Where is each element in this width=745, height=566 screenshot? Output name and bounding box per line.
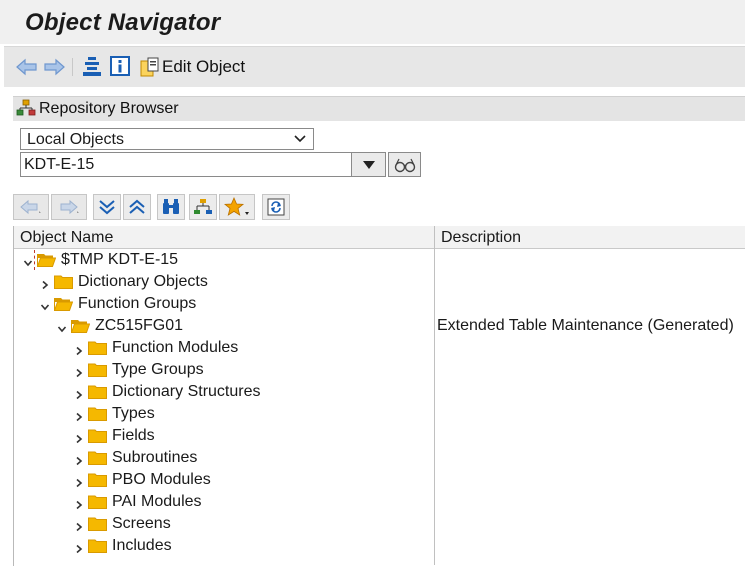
display-glasses-button[interactable]	[388, 152, 421, 177]
column-header-name-label: Object Name	[20, 229, 114, 246]
folder-open-icon	[36, 252, 57, 267]
expand-node-icon[interactable]	[74, 431, 84, 444]
tree-node-description: Extended Table Maintenance (Generated)	[437, 317, 734, 334]
expand-node-icon[interactable]	[74, 497, 84, 510]
folder-icon	[88, 406, 107, 421]
tree-forward-button[interactable]	[51, 194, 87, 220]
tree-node-label[interactable]: PBO Modules	[112, 470, 211, 490]
expand-node-icon[interactable]	[74, 343, 84, 356]
folder-icon	[88, 362, 107, 377]
tree-node-label[interactable]: Includes	[112, 536, 172, 556]
tree-node-label[interactable]: Dictionary Structures	[112, 382, 261, 402]
tree-row[interactable]: Types	[14, 403, 745, 425]
tree-node-label[interactable]: Dictionary Objects	[78, 272, 208, 292]
folder-open-icon	[70, 318, 91, 333]
folder-icon	[88, 472, 107, 487]
refresh-icon	[267, 198, 285, 216]
tree-node-label[interactable]: Screens	[112, 514, 171, 534]
chevron-down-icon[interactable]	[293, 131, 307, 150]
tree-row[interactable]: $TMP KDT-E-15	[14, 249, 745, 271]
repository-tree-icon	[16, 99, 36, 117]
tree-row[interactable]: Dictionary Structures	[14, 381, 745, 403]
triangle-down-icon	[362, 160, 375, 169]
focus-marker	[34, 250, 39, 270]
find-button[interactable]	[157, 194, 185, 220]
tree-row[interactable]: Fields	[14, 425, 745, 447]
binoculars-icon	[163, 199, 179, 214]
refresh-button[interactable]	[262, 194, 290, 220]
folder-icon	[54, 274, 73, 289]
info-icon[interactable]	[109, 55, 131, 77]
tree-row[interactable]: Function Groups	[14, 293, 745, 315]
tree-row[interactable]: PBO Modules	[14, 469, 745, 491]
tree-node-label[interactable]: Function Groups	[78, 294, 196, 314]
tree-node-label[interactable]: Types	[112, 404, 155, 424]
tree-row[interactable]: Type Groups	[14, 359, 745, 381]
expand-node-icon[interactable]	[74, 519, 84, 532]
collapse-node-icon[interactable]	[57, 321, 67, 333]
tree-node-label[interactable]: PAI Modules	[112, 492, 202, 512]
collapse-node-icon[interactable]	[40, 299, 50, 311]
package-input-value: KDT-E-15	[24, 156, 95, 173]
folder-icon	[88, 516, 107, 531]
tree-node-label[interactable]: $TMP KDT-E-15	[61, 250, 178, 270]
expand-all-icon	[99, 200, 115, 215]
tree-row[interactable]: ZC515FG01 Extended Table Maintenance (Gen…	[14, 315, 745, 337]
object-tree-icon	[194, 199, 212, 214]
hierarchy-icon[interactable]	[81, 55, 103, 79]
tree-row[interactable]: PAI Modules	[14, 491, 745, 513]
forward-arrow-icon[interactable]	[43, 57, 65, 77]
tree-row[interactable]: Includes	[14, 535, 745, 557]
expand-node-icon[interactable]	[74, 387, 84, 400]
tree-node-label[interactable]: Type Groups	[112, 360, 204, 380]
repository-browser-title: Repository Browser	[39, 100, 179, 117]
edit-object-icon[interactable]	[139, 55, 161, 79]
tree-node-label[interactable]: Subroutines	[112, 448, 197, 468]
folder-icon	[88, 450, 107, 465]
hierarchy-tree-button[interactable]	[189, 194, 217, 220]
tree-node-label[interactable]: Fields	[112, 426, 155, 446]
star-icon	[224, 197, 249, 216]
tree-node-label[interactable]: ZC515FG01	[95, 316, 183, 336]
tree-back-button[interactable]	[13, 194, 49, 220]
folder-open-icon	[53, 296, 74, 311]
page-title: Object Navigator	[25, 9, 221, 36]
folder-icon	[88, 538, 107, 553]
column-header-description-label: Description	[441, 229, 522, 246]
expand-node-icon[interactable]	[74, 541, 84, 554]
back-arrow-icon[interactable]	[16, 57, 38, 77]
favorites-button[interactable]	[219, 194, 255, 220]
tree-row[interactable]: Screens	[14, 513, 745, 535]
collapse-all-button[interactable]	[123, 194, 151, 220]
expand-node-icon[interactable]	[74, 365, 84, 378]
expand-node-icon[interactable]	[74, 453, 84, 466]
package-dropdown-button[interactable]	[352, 152, 386, 177]
folder-icon	[88, 340, 107, 355]
tree-row[interactable]: Subroutines	[14, 447, 745, 469]
glasses-icon	[394, 158, 415, 172]
toolbar-separator	[72, 58, 73, 76]
expand-node-icon[interactable]	[74, 475, 84, 488]
folder-icon	[88, 428, 107, 443]
expand-node-icon[interactable]	[74, 409, 84, 422]
tree-row[interactable]: Dictionary Objects	[14, 271, 745, 293]
expand-node-icon[interactable]	[40, 277, 50, 290]
folder-icon	[88, 494, 107, 509]
tree-row[interactable]: Function Modules	[14, 337, 745, 359]
folder-icon	[88, 384, 107, 399]
edit-object-button[interactable]: Edit Object	[162, 57, 245, 77]
collapse-node-icon[interactable]	[23, 255, 33, 267]
object-type-selected-value: Local Objects	[27, 131, 124, 148]
collapse-all-icon	[129, 199, 145, 214]
expand-all-button[interactable]	[93, 194, 121, 220]
tree-node-label[interactable]: Function Modules	[112, 338, 238, 358]
